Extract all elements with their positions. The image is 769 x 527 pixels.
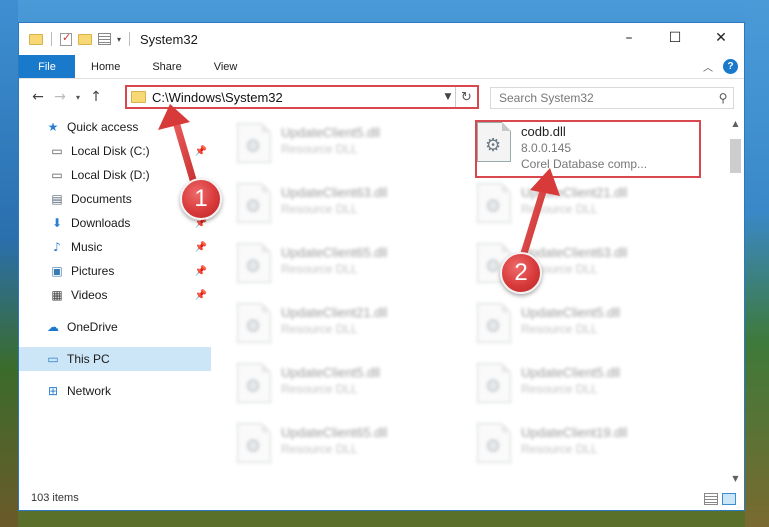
arrow-to-codb-file: [518, 168, 560, 264]
step-badge-1: 1: [180, 178, 222, 220]
arrow-to-address-bar: [158, 104, 200, 194]
step-badge-2: 2: [500, 252, 542, 294]
annotation-arrows: [158, 104, 560, 264]
